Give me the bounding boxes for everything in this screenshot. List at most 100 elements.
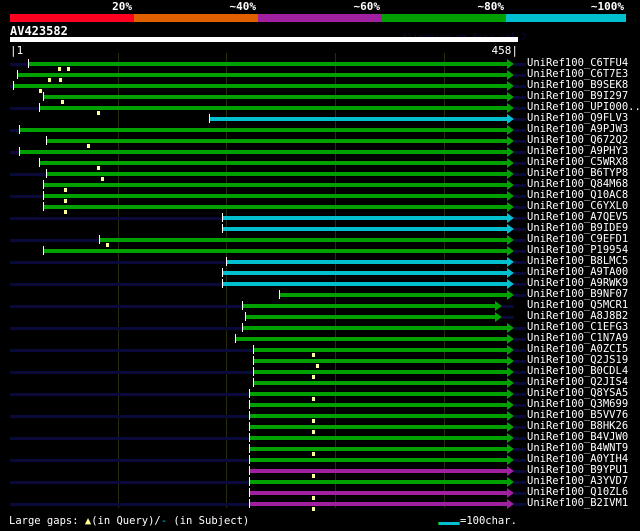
alignment-end-arrow bbox=[507, 169, 514, 179]
subject-overhang-end bbox=[514, 338, 526, 341]
alignment-start-tick bbox=[249, 444, 251, 453]
query-gap-marker bbox=[312, 397, 316, 401]
alignment-start-tick bbox=[18, 125, 20, 134]
subject-overhang-end bbox=[514, 250, 526, 253]
alignment-start-tick bbox=[252, 367, 254, 376]
alignment-start-tick bbox=[222, 224, 224, 233]
alignment-bar bbox=[39, 161, 507, 165]
alignment-end-arrow bbox=[507, 257, 514, 267]
alignment-start-tick bbox=[278, 290, 280, 299]
subject-overhang bbox=[10, 305, 242, 308]
subject-overhang-end bbox=[514, 470, 526, 473]
subject-overhang-end bbox=[514, 459, 526, 462]
subject-overhang-end bbox=[514, 393, 526, 396]
subject-overhang-end bbox=[514, 360, 526, 363]
alignment-bar bbox=[252, 381, 507, 385]
identity-label: ~100% bbox=[590, 0, 624, 13]
alignment-start-tick bbox=[42, 191, 44, 200]
subject-overhang bbox=[10, 195, 43, 198]
alignment-start-tick bbox=[18, 147, 20, 156]
alignment-end-arrow bbox=[507, 59, 514, 69]
alignment-end-arrow bbox=[507, 202, 514, 212]
subject-overhang bbox=[10, 283, 223, 286]
alignment-end-arrow bbox=[507, 279, 514, 289]
alignment-bar bbox=[42, 194, 507, 198]
gap-legend: Large gaps: ▲(in Query)/- (in Subject) bbox=[9, 515, 249, 527]
identity-segment bbox=[382, 14, 506, 22]
scale-label: =100char. bbox=[460, 515, 517, 527]
alignment-start-tick bbox=[13, 81, 15, 90]
subject-overhang-end bbox=[514, 382, 526, 385]
alignment-end-arrow bbox=[507, 268, 514, 278]
alignment-bar bbox=[222, 282, 507, 286]
alignment-bar bbox=[42, 95, 507, 99]
identity-segment bbox=[134, 14, 258, 22]
alignment-start-tick bbox=[99, 235, 101, 244]
query-gap-marker bbox=[312, 474, 316, 478]
subject-overhang-end bbox=[514, 74, 526, 77]
alignment-end-arrow bbox=[507, 367, 514, 377]
alignment-end-arrow bbox=[507, 433, 514, 443]
ruler-end: 458| bbox=[491, 44, 519, 57]
query-gap-marker bbox=[48, 78, 52, 82]
subject-overhang-end bbox=[514, 371, 526, 374]
subject-overhang-end bbox=[514, 85, 526, 88]
query-gap-marker bbox=[64, 188, 68, 192]
alignment-end-arrow bbox=[507, 136, 514, 146]
alignment-bar bbox=[222, 271, 507, 275]
alignment-end-arrow bbox=[507, 323, 514, 333]
alignment-bar bbox=[45, 139, 507, 143]
query-gap-marker bbox=[312, 452, 316, 456]
subject-overhang bbox=[10, 503, 250, 506]
subject-overhang-end bbox=[514, 294, 526, 297]
query-gap-marker bbox=[312, 430, 316, 434]
query-gap-marker bbox=[97, 166, 101, 170]
alignment-end-arrow bbox=[507, 125, 514, 135]
alignment-end-arrow bbox=[495, 312, 503, 322]
identity-label: ~60% bbox=[353, 0, 381, 13]
subject-overhang bbox=[10, 327, 242, 330]
alignment-bar bbox=[249, 491, 507, 495]
query-gap-marker bbox=[64, 199, 68, 203]
subject-overhang-end bbox=[514, 283, 526, 286]
alignment-end-arrow bbox=[507, 356, 514, 366]
subject-overhang bbox=[10, 239, 100, 242]
alignment-end-arrow bbox=[507, 191, 514, 201]
alignment-end-arrow bbox=[507, 103, 514, 113]
alignment-bar bbox=[252, 370, 507, 374]
query-gap-marker bbox=[61, 100, 65, 104]
alignment-bar bbox=[249, 469, 507, 473]
alignment-bar bbox=[249, 403, 507, 407]
alignment-start-tick bbox=[249, 488, 251, 497]
alignment-start-tick bbox=[249, 477, 251, 486]
query-ruler bbox=[10, 37, 518, 42]
alignment-bar bbox=[42, 205, 507, 209]
query-gap-marker bbox=[64, 210, 68, 214]
alignment-end-arrow bbox=[507, 499, 514, 509]
subject-overhang-end bbox=[514, 415, 526, 418]
alignment-bar bbox=[278, 293, 507, 297]
alignment-start-tick bbox=[249, 499, 251, 508]
alignment-end-arrow bbox=[507, 389, 514, 399]
subject-overhang-end bbox=[514, 217, 526, 220]
alignment-bar bbox=[252, 359, 507, 363]
subject-overhang-end bbox=[514, 492, 526, 495]
subject-overhang-end bbox=[514, 239, 526, 242]
alignment-end-arrow bbox=[507, 235, 514, 245]
subject-overhang-end bbox=[514, 195, 526, 198]
identity-segment bbox=[506, 14, 626, 22]
alignment-bar bbox=[45, 172, 507, 176]
alignment-end-arrow bbox=[507, 444, 514, 454]
alignment-bar bbox=[42, 183, 507, 187]
subject-overhang bbox=[10, 261, 227, 264]
alignment-bar bbox=[252, 348, 507, 352]
subject-overhang-end bbox=[514, 162, 526, 165]
alignment-end-arrow bbox=[507, 488, 514, 498]
query-gap-marker bbox=[57, 67, 61, 71]
subject-overhang-end bbox=[514, 327, 526, 330]
alignment-end-arrow bbox=[507, 411, 514, 421]
hit-label[interactable]: UniRef100_B2IVM1 bbox=[527, 498, 628, 509]
alignment-end-arrow bbox=[507, 70, 514, 80]
subject-overhang-end bbox=[514, 140, 526, 143]
identity-label: 20% bbox=[112, 0, 132, 13]
